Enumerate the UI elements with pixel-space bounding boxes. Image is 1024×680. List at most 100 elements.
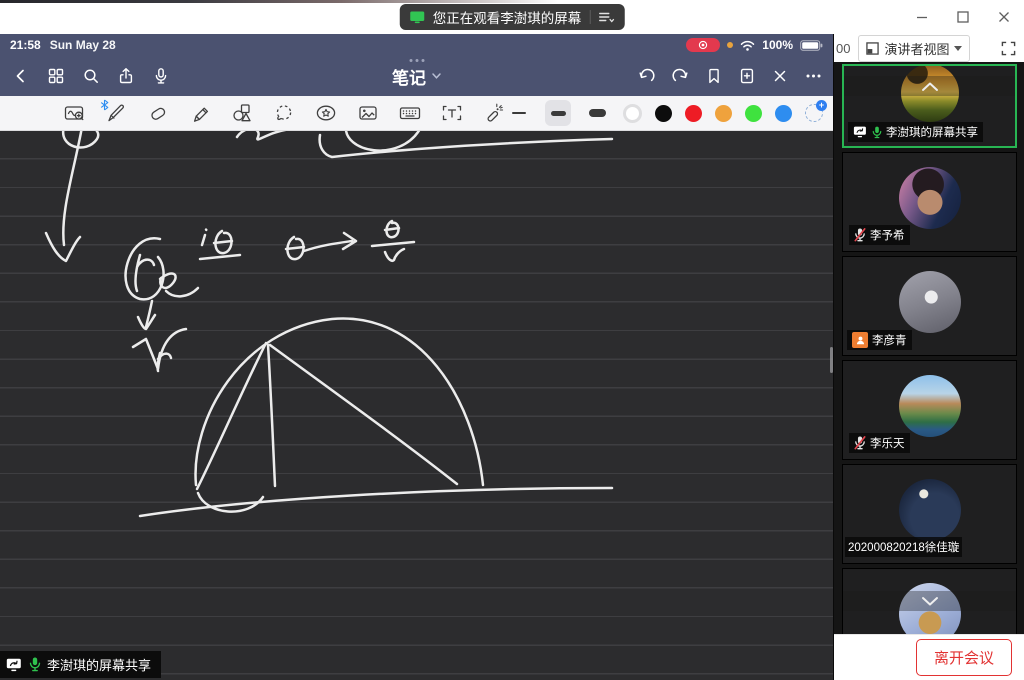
- fullscreen-icon: [1001, 41, 1016, 56]
- color-white[interactable]: [623, 104, 642, 123]
- keyboard-icon: [398, 102, 422, 124]
- color-black[interactable]: [655, 105, 672, 122]
- highlighter-tool[interactable]: [188, 101, 212, 125]
- minimize-icon: [914, 9, 930, 25]
- color-blue[interactable]: [775, 105, 792, 122]
- keyboard-tool[interactable]: [398, 101, 422, 125]
- elements-tool[interactable]: [314, 101, 338, 125]
- background-window-edge: [0, 0, 620, 3]
- ipad-statusbar: 21:58 Sun May 28 100%: [0, 34, 833, 56]
- minimize-button[interactable]: [901, 0, 942, 34]
- undo-button[interactable]: [637, 67, 656, 85]
- stylus-pen-tool[interactable]: [104, 101, 128, 125]
- banner-divider: [589, 10, 590, 24]
- navbar-right-group: [637, 56, 823, 96]
- note-canvas[interactable]: 李澍琪的屏幕共享: [0, 131, 833, 680]
- mic-muted-icon: [854, 228, 866, 242]
- participant-tile-partial[interactable]: [842, 568, 1017, 634]
- participant-name-label: 李澍琪的屏幕共享: [848, 122, 983, 142]
- fullscreen-button[interactable]: [1001, 41, 1016, 56]
- mic-muted-icon: [854, 436, 866, 450]
- bookmark-icon: [705, 67, 723, 85]
- chevron-down-icon: [431, 72, 441, 80]
- avatar: [899, 479, 961, 541]
- handwriting-ink: [0, 131, 833, 680]
- banner-menu-icon[interactable]: [598, 11, 614, 24]
- share-icon: [117, 67, 135, 85]
- image-tool[interactable]: [356, 101, 380, 125]
- leave-meeting-button[interactable]: 离开会议: [916, 639, 1012, 676]
- scroll-down-control[interactable]: [843, 591, 1016, 611]
- note-title[interactable]: 笔记: [392, 56, 441, 96]
- screen-share-mini-icon: [853, 126, 868, 138]
- microphone-icon: [152, 67, 170, 85]
- lasso-icon: [273, 102, 295, 124]
- canvas-scrollbar[interactable]: [830, 347, 834, 373]
- text-icon: [440, 102, 464, 124]
- add-page-button[interactable]: [738, 67, 756, 85]
- microphone-button[interactable]: [152, 67, 170, 85]
- screen-share-mini-icon: [6, 658, 23, 672]
- color-orange[interactable]: [715, 105, 732, 122]
- status-date: Sun May 28: [50, 38, 116, 52]
- zoom-window-tool[interactable]: [62, 101, 86, 125]
- color-red[interactable]: [685, 105, 702, 122]
- participant-tile[interactable]: 李彦青: [842, 256, 1017, 356]
- participant-name-label: 李彦青: [847, 330, 912, 350]
- view-mode-button[interactable]: 演讲者视图: [858, 35, 970, 62]
- bookmark-button[interactable]: [705, 67, 723, 85]
- screen-share-icon: [410, 11, 425, 24]
- laser-pointer-tool[interactable]: [482, 101, 506, 125]
- add-page-icon: [738, 67, 756, 85]
- add-color-button[interactable]: +: [805, 104, 823, 122]
- redo-button[interactable]: [671, 67, 690, 85]
- record-icon: [698, 40, 708, 50]
- back-button[interactable]: [12, 67, 30, 85]
- participant-tile[interactable]: 202000820218徐佳璇: [842, 464, 1017, 564]
- status-right-cluster: 100%: [686, 38, 823, 52]
- watching-banner[interactable]: 您正在观看李澍琪的屏幕: [400, 4, 625, 30]
- chevron-left-icon: [12, 67, 30, 85]
- participant-name-label: 202000820218徐佳璇: [845, 537, 962, 557]
- window-titlebar: 您正在观看李澍琪的屏幕: [0, 0, 1024, 34]
- thickness-medium-selected[interactable]: [545, 100, 571, 126]
- maximize-button[interactable]: [942, 0, 983, 34]
- recording-indicator[interactable]: [686, 38, 720, 52]
- color-green[interactable]: [745, 105, 762, 122]
- participant-tile[interactable]: 李乐天: [842, 360, 1017, 460]
- pages-grid-button[interactable]: [47, 67, 65, 85]
- close-icon: [996, 9, 1012, 25]
- battery-icon: [800, 40, 823, 51]
- shapes-tool[interactable]: [230, 101, 254, 125]
- close-x-icon: [771, 67, 789, 85]
- search-button[interactable]: [82, 67, 100, 85]
- participant-tile[interactable]: 李予希: [842, 152, 1017, 252]
- participant-tile-sharing[interactable]: 李澍琪的屏幕共享: [842, 64, 1017, 148]
- mic-on-icon: [29, 657, 41, 672]
- main-content: 21:58 Sun May 28 100%: [0, 34, 1024, 680]
- screen-share-banner: 李澍琪的屏幕共享: [0, 651, 161, 678]
- lasso-tool[interactable]: [272, 101, 296, 125]
- note-title-label: 笔记: [392, 64, 426, 89]
- more-button[interactable]: [804, 67, 823, 85]
- sticker-star-icon: [314, 102, 338, 124]
- thickness-thin[interactable]: [506, 100, 532, 126]
- search-icon: [82, 67, 100, 85]
- eraser-tool[interactable]: [146, 101, 170, 125]
- close-button[interactable]: [983, 0, 1024, 34]
- grid-icon: [47, 67, 65, 85]
- zoom-window-icon: [63, 102, 86, 124]
- bluetooth-icon: [100, 98, 109, 116]
- thickness-thick[interactable]: [584, 100, 610, 126]
- image-icon: [357, 102, 379, 124]
- eraser-icon: [147, 102, 169, 124]
- shapes-icon: [231, 102, 253, 124]
- share-button[interactable]: [117, 67, 135, 85]
- chevron-down-icon: [919, 595, 941, 608]
- close-note-button[interactable]: [771, 67, 789, 85]
- laser-pointer-icon: [482, 102, 506, 124]
- avatar: [899, 167, 961, 229]
- meeting-window: 您正在观看李澍琪的屏幕: [0, 0, 1024, 680]
- text-tool[interactable]: [440, 101, 464, 125]
- scroll-up-control[interactable]: [844, 76, 1015, 96]
